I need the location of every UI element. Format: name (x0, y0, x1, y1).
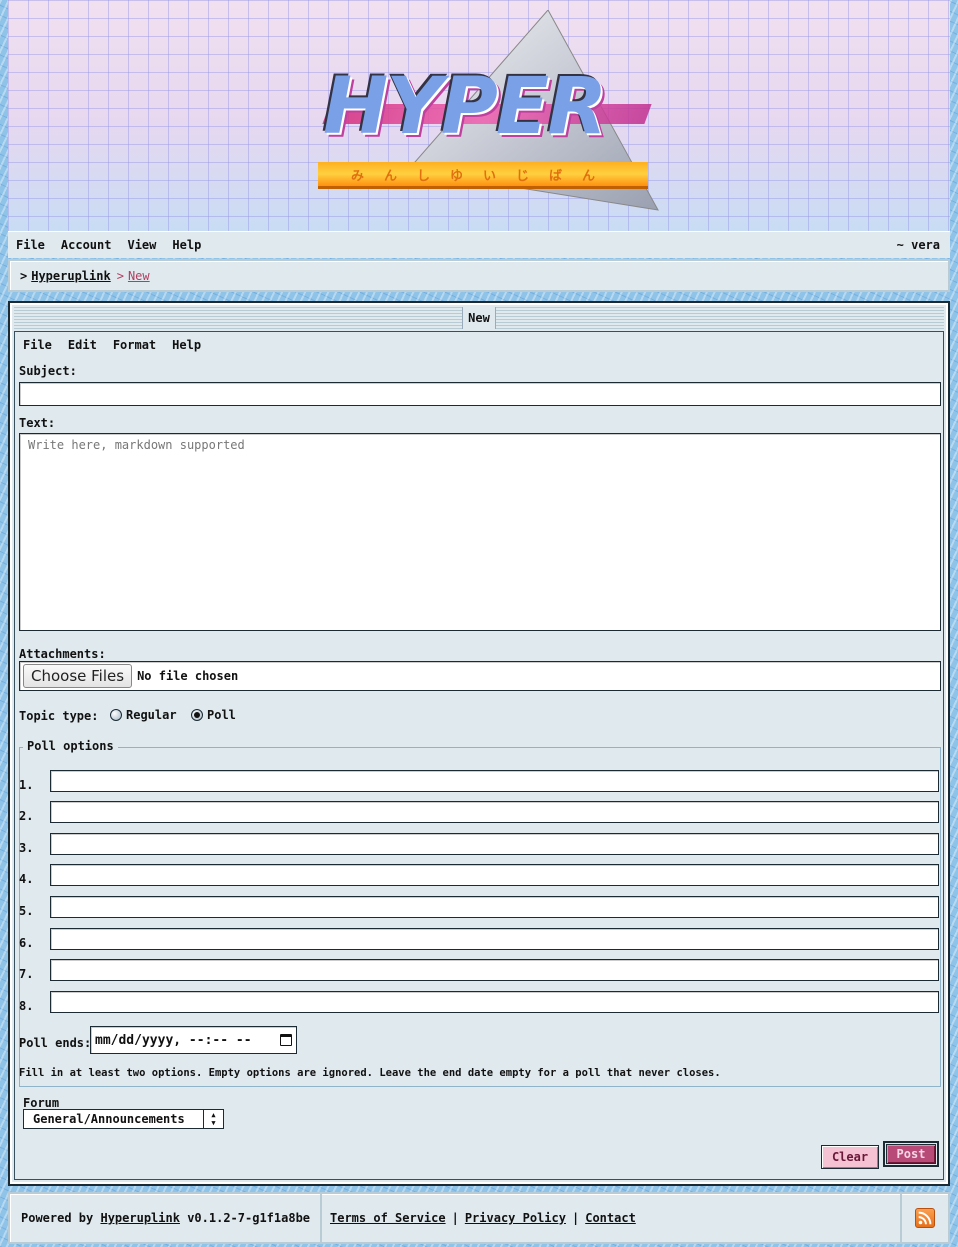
powered-prefix: Powered by (21, 1211, 94, 1225)
text-textarea[interactable] (19, 433, 941, 631)
poll-option-2-input[interactable] (50, 801, 939, 823)
editor-menu-edit[interactable]: Edit (68, 338, 97, 352)
poll-option-4-input[interactable] (50, 864, 939, 886)
topic-type-label: Topic type: (19, 709, 99, 723)
forum-select-value: General/Announcements (33, 1112, 185, 1126)
contact-link[interactable]: Contact (585, 1211, 636, 1225)
menu-help[interactable]: Help (172, 238, 201, 252)
breadcrumb-separator: > (116, 268, 124, 283)
clear-button[interactable]: Clear (821, 1145, 879, 1169)
poll-option-number: 4. (19, 872, 34, 886)
poll-options-legend: Poll options (23, 739, 118, 753)
version: v0.1.2-7-g1f1a8be (187, 1211, 311, 1225)
editor-menu-help[interactable]: Help (172, 338, 201, 352)
powered-link[interactable]: Hyperuplink (100, 1211, 179, 1225)
poll-ends-placeholder: mm/dd/yyyy, --:-- -- (95, 1032, 252, 1048)
poll-option-number: 8. (19, 999, 34, 1013)
radio-poll[interactable]: Poll (191, 708, 236, 722)
footer-links: Terms of Service | Privacy Policy | Cont… (322, 1194, 900, 1242)
select-arrows-icon: ▲ ▼ (203, 1110, 223, 1128)
breadcrumb-current-link[interactable]: New (128, 269, 150, 283)
radio-regular-button[interactable] (110, 709, 122, 721)
file-input[interactable]: Choose Files No file chosen (19, 661, 941, 691)
radio-poll-label: Poll (207, 708, 236, 722)
menu-account[interactable]: Account (61, 238, 112, 252)
poll-ends-label: Poll ends: (19, 1036, 92, 1050)
poll-option-6-input[interactable] (50, 928, 939, 950)
rss-container (900, 1194, 948, 1242)
poll-option-number: 3. (19, 841, 34, 855)
radio-poll-button[interactable] (191, 709, 203, 721)
poll-option-number: 5. (19, 904, 34, 918)
editor-menubar: File Edit Format Help (23, 338, 217, 352)
choose-files-button[interactable]: Choose Files (23, 664, 133, 688)
poll-hint: Fill in at least two options. Empty opti… (19, 1067, 721, 1079)
poll-option-number: 1. (19, 778, 34, 792)
window-body: File Edit Format Help Subject: Text: Att… (14, 331, 944, 1180)
poll-option-1-input[interactable] (50, 770, 939, 792)
subject-input[interactable] (19, 382, 941, 406)
current-user[interactable]: ~ vera (897, 238, 940, 252)
radio-regular-label: Regular (126, 708, 177, 722)
footer-separator: | (571, 1211, 580, 1225)
menu-file[interactable]: File (16, 238, 45, 252)
poll-option-number: 2. (19, 809, 34, 823)
forum-label: Forum (23, 1096, 60, 1110)
post-button[interactable]: Post (886, 1144, 936, 1164)
terms-link[interactable]: Terms of Service (330, 1211, 446, 1225)
poll-option-7-input[interactable] (50, 959, 939, 981)
top-menubar: File Account View Help ~ vera (8, 231, 950, 258)
attachments-label: Attachments: (19, 647, 106, 661)
post-button-frame: Post (883, 1141, 939, 1167)
privacy-link[interactable]: Privacy Policy (465, 1211, 566, 1225)
subject-label: Subject: (19, 364, 77, 378)
footer-separator: | (451, 1211, 459, 1225)
poll-option-3-input[interactable] (50, 833, 939, 855)
poll-option-5-input[interactable] (50, 896, 939, 918)
breadcrumb-separator: > (20, 268, 28, 283)
powered-by: Powered by Hyperuplink v0.1.2-7-g1f1a8be (10, 1194, 322, 1242)
new-topic-window: New File Edit Format Help Subject: Text:… (8, 301, 950, 1186)
header-banner: HYPER みんしゆいじばん (8, 0, 950, 231)
poll-option-8-input[interactable] (50, 991, 939, 1013)
radio-regular[interactable]: Regular (110, 708, 177, 722)
logo-subtitle-bar: みんしゆいじばん (318, 162, 648, 186)
breadcrumb-home-link[interactable]: Hyperuplink (31, 269, 110, 283)
text-label: Text: (19, 416, 56, 430)
poll-option-number: 7. (19, 967, 34, 981)
editor-menu-file[interactable]: File (23, 338, 52, 352)
menu-view[interactable]: View (127, 238, 156, 252)
poll-ends-datetime-input[interactable]: mm/dd/yyyy, --:-- -- (90, 1026, 297, 1054)
breadcrumb: > Hyperuplink > New (8, 259, 950, 292)
logo-subtitle: みんしゆいじばん (350, 168, 615, 184)
logo: HYPER (323, 62, 607, 152)
window-title: New (462, 307, 496, 329)
footer: Powered by Hyperuplink v0.1.2-7-g1f1a8be… (8, 1192, 950, 1244)
rss-icon[interactable] (915, 1208, 935, 1228)
window-titlebar: New (14, 307, 944, 329)
file-status: No file chosen (137, 669, 239, 683)
forum-select[interactable]: General/Announcements ▲ ▼ (23, 1109, 224, 1129)
calendar-icon[interactable] (280, 1034, 292, 1046)
poll-option-number: 6. (19, 936, 34, 950)
editor-menu-format[interactable]: Format (113, 338, 156, 352)
